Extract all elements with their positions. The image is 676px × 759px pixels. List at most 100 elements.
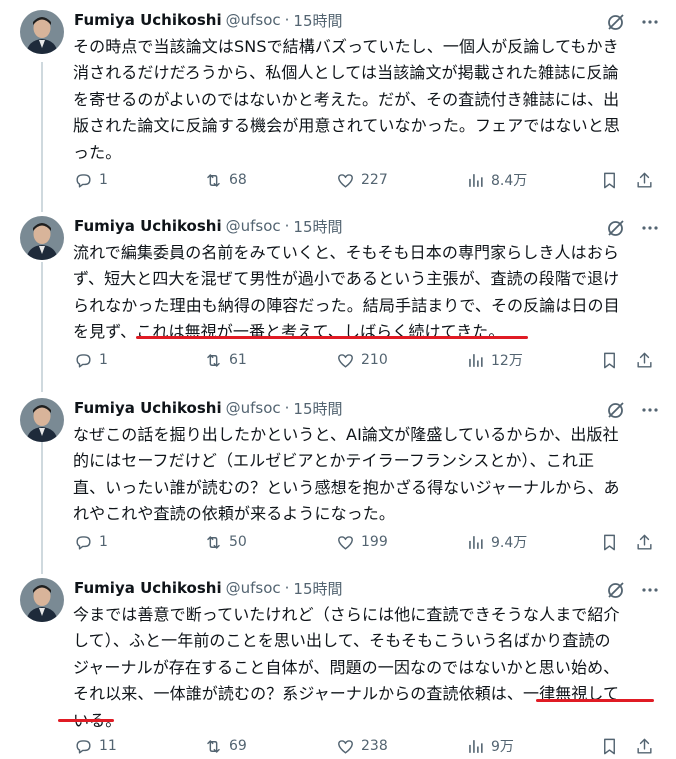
- share-button[interactable]: [635, 349, 654, 371]
- bookmark-icon: [604, 738, 615, 754]
- highlight-underline: [536, 699, 654, 702]
- tweet[interactable]: Fumiya Uchikoshi @ufsoc · 15時間 なぜこの話を掘り出…: [0, 398, 676, 562]
- like-count: 227: [361, 172, 388, 188]
- retweet-count: 61: [229, 352, 247, 368]
- bookmark-button[interactable]: [600, 349, 619, 371]
- author-name[interactable]: Fumiya Uchikoshi: [74, 399, 222, 417]
- retweet-button[interactable]: 61: [204, 349, 247, 371]
- reply-bubble-icon: [76, 353, 91, 368]
- reply-bubble-icon: [76, 739, 91, 754]
- timestamp[interactable]: 15時間: [293, 398, 342, 419]
- author-name[interactable]: Fumiya Uchikoshi: [74, 217, 222, 235]
- bookmark-button[interactable]: [600, 735, 619, 757]
- timestamp[interactable]: 15時間: [293, 578, 342, 599]
- bookmark-icon: [604, 534, 615, 550]
- like-count: 238: [361, 738, 388, 754]
- share-icon: [637, 534, 652, 550]
- views-bar-chart-icon: [469, 353, 483, 367]
- text-line: を寄せるのがよいのではないかと考えた。だが、その査読付き雑誌には、出: [73, 89, 620, 109]
- tweet-text: 流れで編集委員の名前をみていくと、そもそも日本の専門家らしき人はおら ず、短大と…: [73, 240, 663, 346]
- tweet-header: Fumiya Uchikoshi @ufsoc · 15時間: [74, 216, 343, 236]
- action-bar: 11 69 238 9万: [68, 735, 668, 757]
- author-handle[interactable]: @ufsoc: [226, 217, 281, 235]
- text-line: れやこれや査読の依頼が来るようになった。: [73, 504, 396, 524]
- share-button[interactable]: [635, 735, 654, 757]
- author-name[interactable]: Fumiya Uchikoshi: [74, 11, 222, 29]
- grok-slash-icon[interactable]: [606, 400, 626, 420]
- text-line: 流れで編集委員の名前をみていくと、そもそも日本の専門家らしき人はおら: [73, 243, 619, 262]
- reply-button[interactable]: 1: [74, 349, 108, 371]
- reply-count: 1: [99, 352, 108, 368]
- retweet-button[interactable]: 50: [204, 531, 247, 553]
- highlight-underline: [136, 336, 528, 339]
- separator-dot: ·: [284, 217, 290, 235]
- tweet-text: なぜこの話を掘り出したかというと、AI論文が隆盛しているからか、出版社 的にはセ…: [73, 422, 663, 528]
- bookmark-button[interactable]: [600, 169, 619, 191]
- grok-slash-icon[interactable]: [606, 580, 626, 600]
- retweet-button[interactable]: 68: [204, 169, 247, 191]
- text-line: 版された論文に反論する機会が用意されていなかった。フェアではないと思: [73, 116, 620, 136]
- text-line: ジャーナルが存在すること自体が、問題の一因なのではないかと思い始め、: [73, 657, 620, 677]
- tweet[interactable]: Fumiya Uchikoshi @ufsoc · 15時間 今までは善意で断っ…: [0, 578, 676, 759]
- more-dots-icon[interactable]: [640, 580, 660, 600]
- highlight-underline: [58, 719, 114, 722]
- text-line: ず、短大と四大を混ぜて男性が過小であるという主張が、査読の段階で退け: [73, 269, 620, 289]
- avatar[interactable]: [20, 578, 64, 622]
- view-count: 8.4万: [491, 173, 528, 189]
- author-handle[interactable]: @ufsoc: [226, 579, 281, 597]
- text-line: いる。: [73, 710, 122, 730]
- like-count: 199: [361, 534, 388, 550]
- share-button[interactable]: [635, 169, 654, 191]
- grok-slash-icon[interactable]: [606, 12, 626, 32]
- timestamp[interactable]: 15時間: [293, 216, 342, 237]
- share-icon: [637, 738, 652, 754]
- tweet[interactable]: Fumiya Uchikoshi @ufsoc · 15時間 その時点で当該論文…: [0, 10, 676, 200]
- views-button[interactable]: 8.4万: [466, 169, 527, 191]
- views-bar-chart-icon: [469, 739, 483, 753]
- text-line: られなかった理由も納得の陣容だった。結局手詰まりで、その反論は日の目: [73, 295, 620, 315]
- like-button[interactable]: 227: [336, 169, 388, 191]
- author-handle[interactable]: @ufsoc: [226, 399, 281, 417]
- bookmark-icon: [604, 352, 615, 368]
- like-count: 210: [361, 352, 388, 368]
- retweet-icon: [207, 739, 220, 753]
- avatar[interactable]: [20, 216, 64, 260]
- retweet-icon: [207, 535, 220, 549]
- reply-button[interactable]: 1: [74, 169, 108, 191]
- like-button[interactable]: 238: [336, 735, 388, 757]
- author-name[interactable]: Fumiya Uchikoshi: [74, 579, 222, 597]
- more-dots-icon[interactable]: [640, 12, 660, 32]
- retweet-count: 69: [229, 738, 247, 754]
- retweet-count: 68: [229, 172, 247, 188]
- reply-button[interactable]: 1: [74, 531, 108, 553]
- retweet-button[interactable]: 69: [204, 735, 247, 757]
- tweet[interactable]: Fumiya Uchikoshi @ufsoc · 15時間 流れで編集委員の名…: [0, 216, 676, 382]
- action-bar: 1 68 227 8.4万: [68, 169, 668, 191]
- tweet-header: Fumiya Uchikoshi @ufsoc · 15時間: [74, 578, 343, 598]
- more-dots-icon[interactable]: [640, 218, 660, 238]
- reply-button[interactable]: 11: [74, 735, 117, 757]
- like-button[interactable]: 210: [336, 349, 388, 371]
- bookmark-button[interactable]: [600, 531, 619, 553]
- text-line: を見ず、これは無視が一番と考えて、しばらく続けてきた。: [73, 322, 505, 342]
- text-line: 直、いったい誰が読むの？という感想を抱かざる得ないジャーナルから、あ: [73, 477, 620, 497]
- like-button[interactable]: 199: [336, 531, 388, 553]
- tweet-text: 今までは善意で断っていたけれど（さらには他に査読できそうな人まで紹介 して）、ふ…: [73, 602, 663, 734]
- timestamp[interactable]: 15時間: [293, 10, 342, 31]
- views-button[interactable]: 12万: [466, 349, 523, 371]
- grok-slash-icon[interactable]: [606, 218, 626, 238]
- retweet-icon: [207, 353, 220, 367]
- author-handle[interactable]: @ufsoc: [226, 11, 281, 29]
- reply-bubble-icon: [76, 173, 91, 188]
- share-button[interactable]: [635, 531, 654, 553]
- heart-icon: [338, 739, 353, 754]
- avatar[interactable]: [20, 398, 64, 442]
- more-dots-icon[interactable]: [640, 400, 660, 420]
- text-line: った。: [73, 142, 122, 162]
- views-button[interactable]: 9万: [466, 735, 514, 757]
- text-line: して）、ふと一年前のことを思い出して、そもそもこういう名ばかり査読の: [73, 631, 611, 651]
- views-button[interactable]: 9.4万: [466, 531, 527, 553]
- tweet-header: Fumiya Uchikoshi @ufsoc · 15時間: [74, 10, 343, 30]
- separator-dot: ·: [284, 11, 290, 29]
- avatar[interactable]: [20, 10, 64, 54]
